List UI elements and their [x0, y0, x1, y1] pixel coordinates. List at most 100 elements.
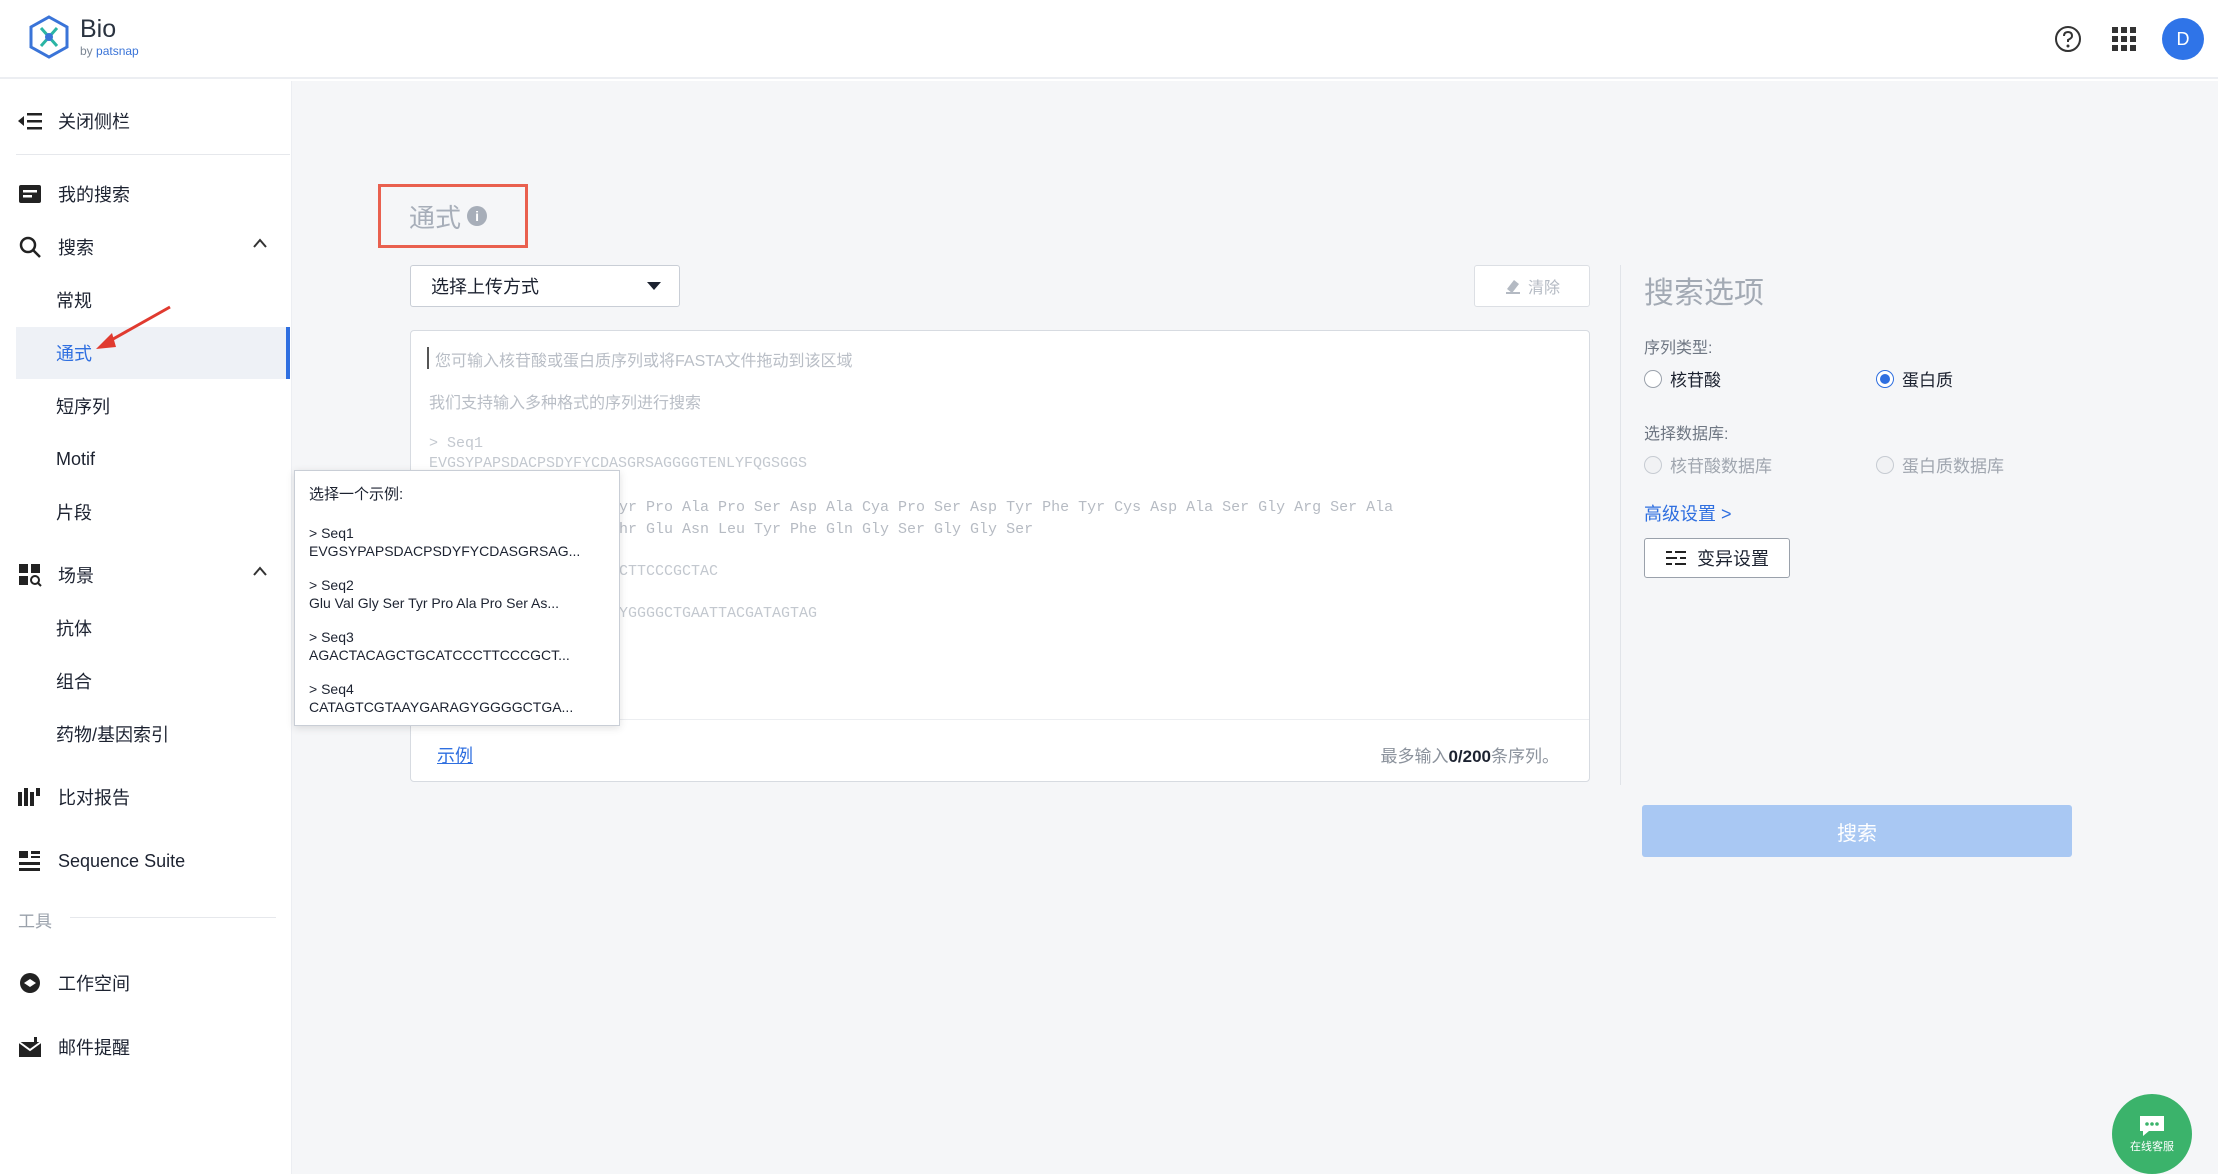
logo-subtitle: by patsnap — [80, 45, 139, 57]
radio-label: 核苷酸 — [1670, 371, 1721, 390]
info-icon[interactable]: i — [467, 206, 488, 226]
chevron-up-icon[interactable] — [252, 565, 268, 577]
example-link[interactable]: 示例 — [437, 742, 473, 768]
database-label: 选择数据库: — [1644, 426, 1729, 443]
sidebar-section-tools: 工具 — [18, 912, 52, 931]
radio-label: 蛋白质 — [1902, 371, 1953, 390]
red-arrow-annotation — [96, 305, 171, 349]
radio-circle — [1644, 455, 1662, 474]
search-icon — [16, 233, 44, 261]
folder-icon — [16, 180, 44, 208]
sidebar-item-label: 我的搜索 — [58, 185, 130, 205]
example-seq: EVGSYPAPSDACPSDYFYCDASGRSAG... — [309, 543, 581, 559]
mutation-settings-button[interactable]: 变异设置 — [1644, 538, 1790, 578]
sidebar-item-scenario[interactable]: 场景 — [16, 549, 290, 601]
sidebar-item-antibody[interactable]: 抗体 — [16, 602, 290, 654]
example-option-seq1[interactable]: > Seq1 EVGSYPAPSDACPSDYFYCDASGRSAG... — [309, 524, 605, 560]
online-support-button[interactable]: 在线客服 — [2112, 1094, 2192, 1174]
chat-bubble-icon — [2140, 1116, 2164, 1136]
sidebar-item-workspace[interactable]: 工作空间 — [16, 957, 290, 1009]
eraser-icon — [1505, 280, 1520, 294]
text-cursor — [427, 347, 429, 369]
page-title: 通式 — [409, 202, 462, 233]
sidebar: 关闭侧栏 我的搜索 搜索 常规 通式 短序列 Motif 片段 场景 抗体 组合… — [0, 81, 292, 1174]
search-options-title: 搜索选项 — [1644, 277, 1764, 310]
suite-icon — [16, 847, 44, 875]
sample-seq2-line-2: hr Glu Asn Leu Tyr Phe Gln Gly Ser Gly G… — [619, 521, 1034, 538]
count-value: 0/200 — [1448, 747, 1491, 766]
sidebar-item-fragment[interactable]: 片段 — [16, 486, 290, 538]
top-header: Bio by patsnap D — [0, 0, 2218, 79]
sidebar-item-drug-gene-index[interactable]: 药物/基因索引 — [16, 708, 290, 760]
sliders-icon — [1666, 551, 1686, 565]
example-option-seq3[interactable]: > Seq3 AGACTACAGCTGCATCCCTTCCCGCT... — [309, 628, 605, 664]
sidebar-item-combination[interactable]: 组合 — [16, 655, 290, 707]
clear-button[interactable]: 清除 — [1474, 265, 1590, 307]
apps-grid-icon[interactable] — [2106, 21, 2142, 57]
example-seq: Glu Val Gly Ser Tyr Pro Ala Pro Ser As..… — [309, 595, 560, 611]
workspace-icon — [16, 969, 44, 997]
help-icon[interactable] — [2050, 21, 2086, 57]
sidebar-item-label: 比对报告 — [58, 788, 130, 808]
popup-title: 选择一个示例: — [309, 486, 404, 503]
upload-method-value: 选择上传方式 — [431, 277, 539, 297]
example-name: > Seq1 — [309, 525, 354, 541]
collapse-sidebar-icon — [16, 107, 44, 135]
sidebar-item-label: Sequence Suite — [58, 850, 186, 871]
search-button[interactable]: 搜索 — [1642, 805, 2072, 857]
example-name: > Seq2 — [309, 577, 354, 593]
logo-name: Bio — [80, 15, 117, 43]
sidebar-item-search[interactable]: 搜索 — [16, 221, 290, 273]
count-suffix: 条序列。 — [1491, 747, 1559, 766]
mutation-settings-label: 变异设置 — [1697, 549, 1769, 569]
example-option-seq2[interactable]: > Seq2 Glu Val Gly Ser Tyr Pro Ala Pro S… — [309, 576, 605, 612]
clear-label: 清除 — [1527, 280, 1560, 297]
example-name: > Seq3 — [309, 629, 354, 645]
count-prefix: 最多输入 — [1380, 747, 1449, 766]
placeholder-line-2: 我们支持输入多种格式的序列进行搜索 — [429, 395, 702, 412]
chevron-up-icon[interactable] — [252, 237, 268, 249]
sidebar-item-short-sequence[interactable]: 短序列 — [16, 380, 290, 432]
bio-logo-icon — [29, 15, 69, 59]
logo-by: by — [80, 44, 93, 58]
bar-chart-icon — [16, 783, 44, 811]
sample-seq1-header: > Seq1 — [429, 435, 484, 452]
sidebar-item-label: 场景 — [58, 566, 94, 586]
grid-search-icon — [16, 561, 44, 589]
bio-logo[interactable]: Bio by patsnap — [26, 14, 139, 60]
sample-seq2-line-1: yr Pro Ala Pro Ser Asp Ala Cya Pro Ser A… — [619, 499, 1394, 516]
close-sidebar-button[interactable]: 关闭侧栏 — [16, 95, 290, 147]
sidebar-item-label: 工作空间 — [58, 974, 130, 994]
sidebar-item-compare-report[interactable]: 比对报告 — [16, 771, 290, 823]
sidebar-item-label: 邮件提醒 — [58, 1038, 130, 1058]
sidebar-item-mail-alert[interactable]: 邮件提醒 — [16, 1021, 290, 1073]
advanced-settings-link[interactable]: 高级设置 > — [1644, 500, 1732, 526]
upload-method-select[interactable]: 选择上传方式 — [410, 265, 680, 307]
options-divider — [1620, 265, 1621, 785]
example-option-seq4[interactable]: > Seq4 CATAGTCGTAAYGARAGYGGGGCTGA... — [309, 680, 605, 716]
sequence-footer: 示例 最多输入0/200条序列。 — [411, 719, 1589, 781]
sequence-type-label: 序列类型: — [1644, 340, 1713, 357]
example-name: > Seq4 — [309, 681, 354, 697]
radio-nucleotide-database[interactable]: 核苷酸数据库 — [1644, 452, 1772, 477]
radio-circle — [1876, 369, 1894, 388]
radio-circle — [1644, 369, 1662, 388]
sidebar-item-motif[interactable]: Motif — [16, 433, 290, 485]
sidebar-divider — [70, 917, 276, 918]
user-avatar[interactable]: D — [2162, 18, 2204, 60]
sidebar-item-label: 搜索 — [58, 238, 94, 258]
radio-nucleotide[interactable]: 核苷酸 — [1644, 366, 1721, 391]
sidebar-divider — [16, 154, 290, 155]
mail-alert-icon — [16, 1033, 44, 1061]
page-title-highlight: 通式 i — [378, 184, 528, 248]
sidebar-item-my-search[interactable]: 我的搜索 — [16, 168, 290, 220]
radio-protein[interactable]: 蛋白质 — [1876, 366, 1953, 391]
sidebar-item-sequence-suite[interactable]: Sequence Suite — [16, 835, 290, 887]
radio-protein-database[interactable]: 蛋白质数据库 — [1876, 452, 2004, 477]
sequence-count: 最多输入0/200条序列。 — [1380, 742, 1559, 767]
close-sidebar-label: 关闭侧栏 — [58, 112, 130, 132]
placeholder-line-1: 您可输入核苷酸或蛋白质序列或将FASTA文件拖动到该区域 — [435, 353, 853, 370]
example-popup: 选择一个示例: > Seq1 EVGSYPAPSDACPSDYFYCDASGRS… — [294, 470, 620, 726]
radio-label: 核苷酸数据库 — [1670, 457, 1772, 476]
example-seq: AGACTACAGCTGCATCCCTTCCCGCT... — [309, 647, 570, 663]
